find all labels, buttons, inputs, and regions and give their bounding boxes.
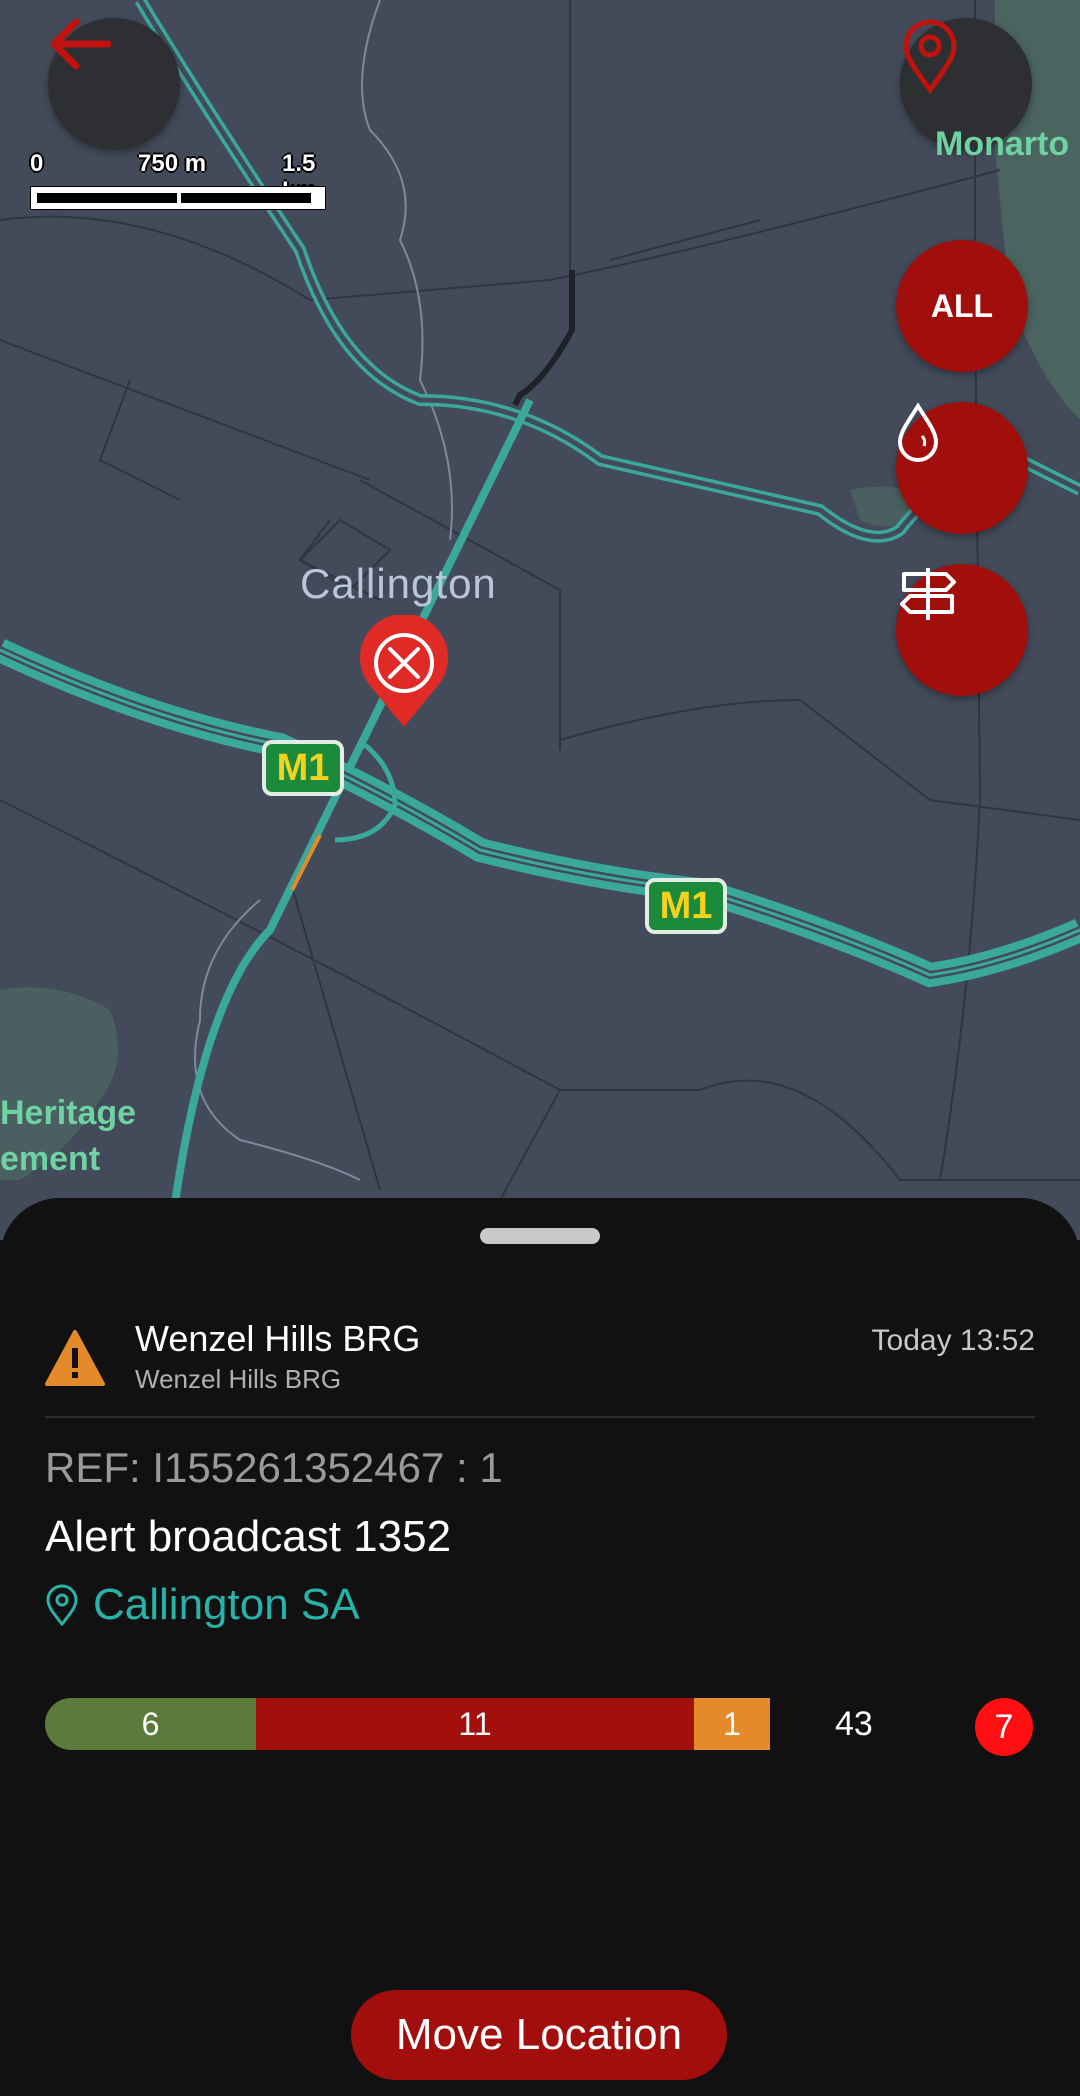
back-arrow-icon — [50, 18, 112, 70]
incident-header: Wenzel Hills BRG Wenzel Hills BRG Today … — [45, 1318, 1035, 1414]
stat-badge[interactable]: 7 — [975, 1698, 1033, 1756]
scale-zero: 0 — [30, 150, 44, 177]
place-label: Callington — [300, 560, 497, 607]
stat-red: 11 — [256, 1698, 694, 1750]
map-view[interactable]: 0 750 m 1.5 km Monarto Callington Herita… — [0, 0, 1080, 1240]
incident-title: Wenzel Hills BRG — [135, 1318, 421, 1359]
water-drop-icon — [897, 402, 939, 462]
back-button[interactable] — [48, 18, 180, 150]
incident-subtitle: Wenzel Hills BRG — [135, 1364, 342, 1394]
edge-place-label: Monarto — [935, 125, 1070, 163]
signpost-icon — [900, 568, 956, 620]
incident-sheet[interactable]: Wenzel Hills BRG Wenzel Hills BRG Today … — [0, 1198, 1080, 2096]
scale-bar — [30, 186, 326, 210]
response-stats-bar: 6 11 1 43 7 — [45, 1698, 1035, 1756]
filter-water-button[interactable] — [896, 402, 1028, 534]
map-scale: 0 750 m 1.5 km — [30, 150, 330, 220]
incident-marker-icon — [360, 615, 448, 727]
filter-roads-button[interactable] — [896, 564, 1028, 696]
stat-orange: 1 — [694, 1698, 770, 1750]
warning-icon — [45, 1330, 105, 1386]
incident-ref: REF: I155261352467 : 1 — [45, 1444, 503, 1491]
incident-description: Alert broadcast 1352 — [45, 1512, 452, 1561]
scale-mid: 750 m — [138, 150, 207, 177]
incident-time: Today 13:52 — [871, 1324, 1035, 1357]
location-pin-icon — [46, 1584, 78, 1626]
stat-total: 43 — [835, 1705, 873, 1743]
divider — [45, 1416, 1035, 1418]
road-shield: M1 — [262, 740, 344, 796]
incident-marker[interactable] — [356, 615, 452, 731]
incident-location: Callington SA — [93, 1580, 360, 1629]
sheet-drag-handle[interactable] — [480, 1228, 600, 1244]
location-pin-icon — [903, 19, 957, 94]
move-location-button[interactable]: Move Location — [351, 1990, 727, 2080]
incident-location-link[interactable]: Callington SA — [45, 1580, 360, 1630]
stat-green: 6 — [45, 1698, 256, 1750]
poi-label-line2: ement — [0, 1140, 101, 1178]
poi-label-line1: Heritage — [0, 1094, 137, 1132]
filter-all-button[interactable]: ALL — [896, 240, 1028, 372]
road-shield: M1 — [645, 878, 727, 934]
